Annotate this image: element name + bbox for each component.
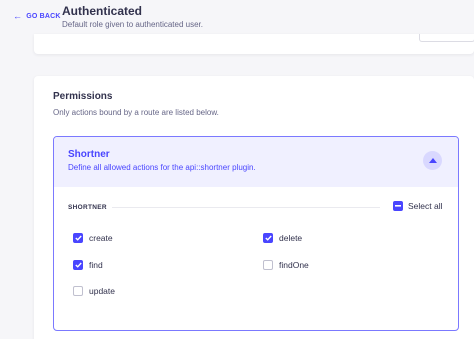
checkbox-unchecked-icon [263,260,273,270]
action-create-checkbox[interactable]: create [73,233,113,243]
role-details-card [34,34,474,54]
accordion-title: Shortner [68,149,110,160]
role-details-field [419,34,474,42]
page-header: ← GO BACK Authenticated Default role giv… [0,0,474,36]
section-divider [112,207,380,208]
chevron-up-icon [428,158,437,163]
checkbox-checked-icon [263,233,273,243]
section-label: SHORTNER [68,204,107,211]
select-all-label: Select all [408,201,443,211]
select-all-checkbox[interactable]: Select all [393,201,443,211]
action-label: delete [279,233,303,243]
action-label: update [89,286,115,296]
arrow-left-icon: ← [13,11,23,21]
action-delete-checkbox[interactable]: delete [263,233,302,243]
action-label: create [89,233,113,243]
checkbox-checked-icon [73,233,83,243]
permissions-title: Permissions [53,91,113,102]
permissions-description: Only actions bound by a route are listed… [53,108,219,117]
action-findone-checkbox[interactable]: findOne [263,260,309,270]
accordion-description: Define all allowed actions for the api::… [68,163,256,172]
go-back-link[interactable]: ← GO BACK [13,12,61,21]
shortner-accordion: Shortner Define all allowed actions for … [53,136,459,331]
page-subtitle: Default role given to authenticated user… [62,20,203,29]
indeterminate-checkbox-icon [393,201,403,211]
collapse-toggle-button[interactable] [423,151,442,170]
checkbox-checked-icon [73,260,83,270]
action-find-checkbox[interactable]: find [73,260,103,270]
accordion-header[interactable]: Shortner Define all allowed actions for … [54,137,458,187]
action-update-checkbox[interactable]: update [73,286,115,296]
action-label: findOne [279,260,309,270]
action-label: find [89,260,103,270]
page-title: Authenticated [62,4,143,18]
go-back-label: GO BACK [26,13,61,20]
checkbox-unchecked-icon [73,286,83,296]
